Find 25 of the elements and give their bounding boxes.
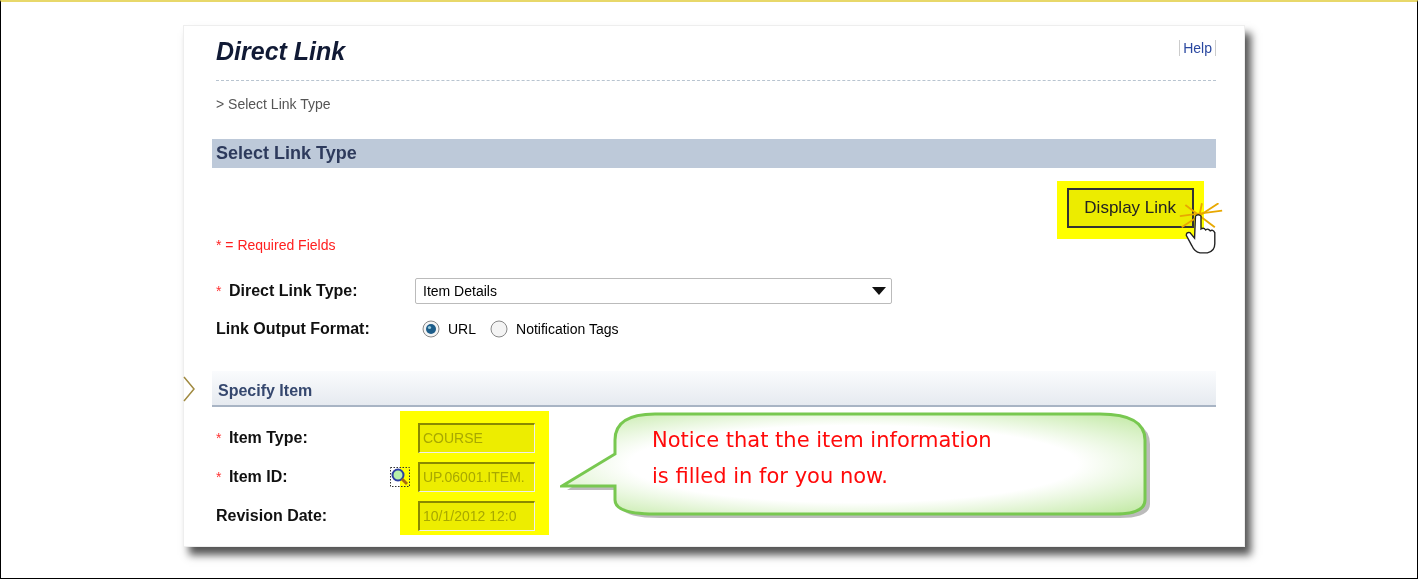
field-label: Link Output Format: bbox=[216, 320, 370, 337]
callout-text: Notice that the item information is filled in for you now. bbox=[652, 427, 993, 490]
radio-label: URL bbox=[448, 321, 476, 337]
page-title: Direct Link bbox=[216, 36, 346, 67]
radio-button[interactable] bbox=[422, 320, 440, 338]
required-mark: * bbox=[216, 430, 222, 446]
field-label: Item Type: bbox=[228, 429, 308, 446]
field-label: Direct Link Type: bbox=[228, 282, 358, 299]
field-label: Item ID: bbox=[228, 468, 288, 485]
breadcrumb: > Select Link Type bbox=[216, 96, 332, 112]
search-icon[interactable] bbox=[390, 467, 410, 487]
section-header: Specify Item bbox=[212, 371, 1216, 407]
link-type-dropdown[interactable]: Item Details bbox=[415, 278, 892, 304]
display-link-button[interactable]: Display Link bbox=[1067, 188, 1194, 228]
required-fields-note: * = Required Fields bbox=[216, 237, 337, 253]
chevron-icon bbox=[183, 376, 195, 402]
radio-button[interactable] bbox=[490, 320, 508, 338]
field-label: Revision Date: bbox=[216, 507, 328, 524]
hand-cursor-icon bbox=[1178, 203, 1224, 255]
help-link[interactable]: Help bbox=[1179, 40, 1216, 56]
caret-icon bbox=[872, 287, 886, 295]
required-mark: * bbox=[216, 283, 222, 299]
radio-label: Notification Tags bbox=[516, 321, 619, 337]
section-header: Select Link Type bbox=[212, 139, 1216, 168]
required-mark: * bbox=[216, 469, 222, 485]
